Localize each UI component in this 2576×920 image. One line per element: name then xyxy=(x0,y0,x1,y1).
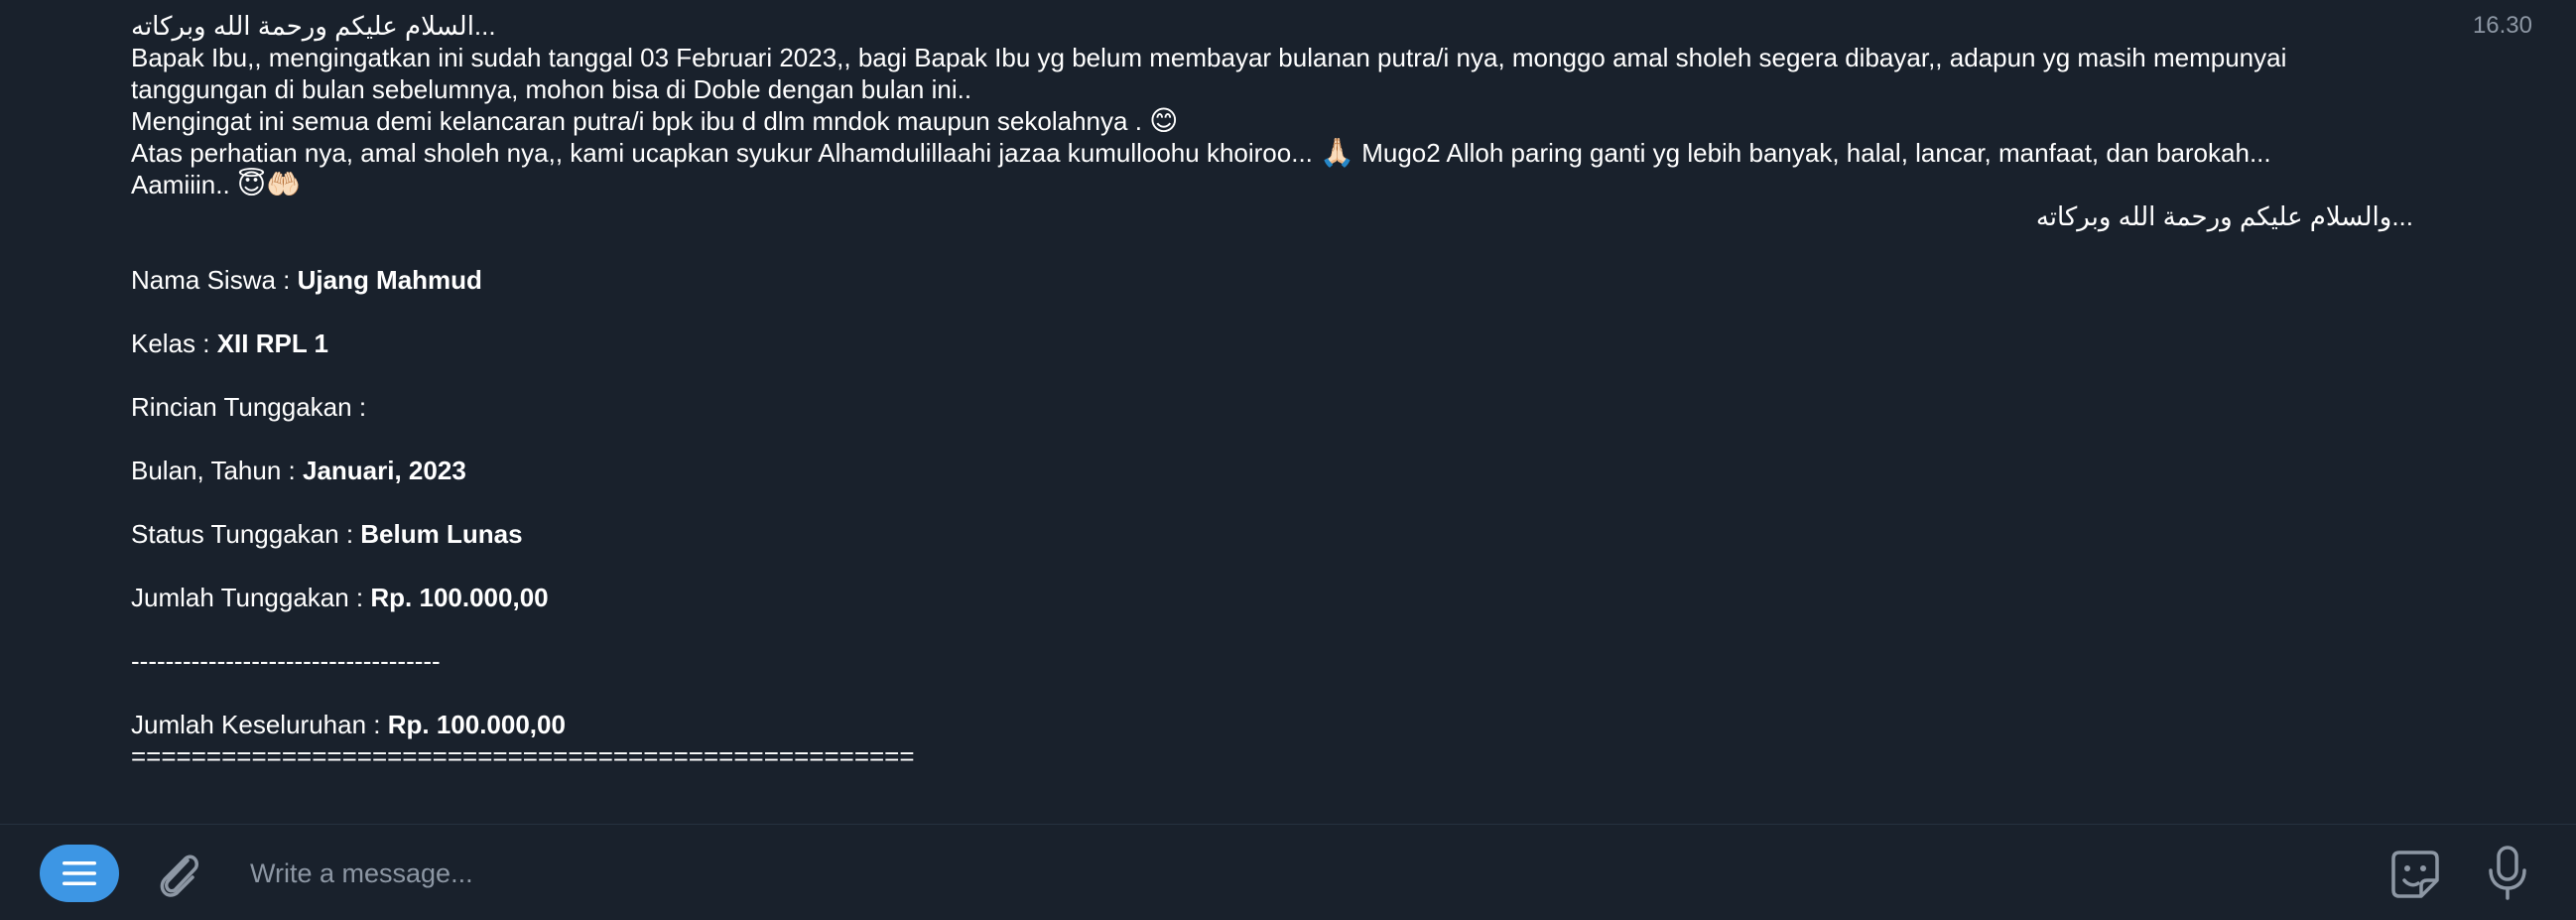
rincian-label: Rincian Tunggakan : xyxy=(131,392,367,422)
greeting-close: ...والسلام عليكم ورحمة الله وبركاته xyxy=(2035,201,2413,231)
message-line-3-text: Mengingat ini semua demi kelancaran putr… xyxy=(131,106,1150,136)
bulan-row: Bulan, Tahun : Januari, 2023 xyxy=(131,455,2413,486)
total-value: Rp. 100.000,00 xyxy=(387,710,566,739)
message-composer xyxy=(0,824,2576,920)
status-row: Status Tunggakan : Belum Lunas xyxy=(131,518,2413,550)
bulan-value: Januari, 2023 xyxy=(303,456,466,485)
status-label: Status Tunggakan : xyxy=(131,519,361,549)
message-line-5-text: Aamiiin.. xyxy=(131,170,237,199)
kelas-value: XII RPL 1 xyxy=(216,329,328,358)
paperclip-icon[interactable] xyxy=(155,847,204,902)
status-value: Belum Lunas xyxy=(360,519,523,549)
message-bubble[interactable]: ...السلام عليكم ورحمة الله وبركاته Bapak… xyxy=(131,10,2413,772)
message-line-1: Bapak Ibu,, mengingatkan ini sudah tangg… xyxy=(131,43,2287,72)
microphone-icon[interactable] xyxy=(2483,845,2532,902)
menu-icon xyxy=(63,861,96,885)
jumlah-value: Rp. 100.000,00 xyxy=(370,583,549,612)
kelas-row: Kelas : XII RPL 1 xyxy=(131,328,2413,359)
total-label: Jumlah Keseluruhan : xyxy=(131,710,388,739)
jumlah-row: Jumlah Tunggakan : Rp. 100.000,00 xyxy=(131,582,2413,613)
kelas-label: Kelas : xyxy=(131,329,217,358)
message-timestamp: 16.30 xyxy=(2472,12,2532,39)
greeting-open: ...السلام عليكم ورحمة الله وبركاته xyxy=(131,11,496,41)
praying-hands-emoji: 🙏🏻 xyxy=(1320,136,1354,169)
message-line-4-text-b: Mugo2 Alloh paring ganti yg lebih banyak… xyxy=(1354,138,2271,168)
bulan-label: Bulan, Tahun : xyxy=(131,456,303,485)
message-line-3: Mengingat ini semua demi kelancaran putr… xyxy=(131,105,2413,137)
message-line-2: tanggungan di bulan sebelumnya, mohon bi… xyxy=(131,74,972,104)
message-line-4-text-a: Atas perhatian nya, amal sholeh nya,, ka… xyxy=(131,138,1321,168)
jumlah-label: Jumlah Tunggakan : xyxy=(131,583,371,612)
chat-area: ...السلام عليكم ورحمة الله وبركاته Bapak… xyxy=(0,0,2576,824)
message-line-5: Aamiiin.. 😇🤲🏻 xyxy=(131,169,2413,200)
dash-separator: ------------------------------------ xyxy=(131,646,441,676)
nama-label: Nama Siswa : xyxy=(131,265,298,295)
nama-siswa-row: Nama Siswa : Ujang Mahmud xyxy=(131,264,2413,296)
nama-value: Ujang Mahmud xyxy=(297,265,482,295)
message-input[interactable] xyxy=(248,849,2336,898)
menu-button[interactable] xyxy=(40,845,119,902)
sticker-icon[interactable] xyxy=(2387,847,2443,902)
halo-palms-emoji: 😇🤲🏻 xyxy=(236,168,301,200)
message-line-4: Atas perhatian nya, amal sholeh nya,, ka… xyxy=(131,137,2413,169)
equals-separator: ========================================… xyxy=(131,741,915,771)
smile-emoji: 😊 xyxy=(1149,104,1179,137)
total-row: Jumlah Keseluruhan : Rp. 100.000,00 xyxy=(131,709,2413,740)
